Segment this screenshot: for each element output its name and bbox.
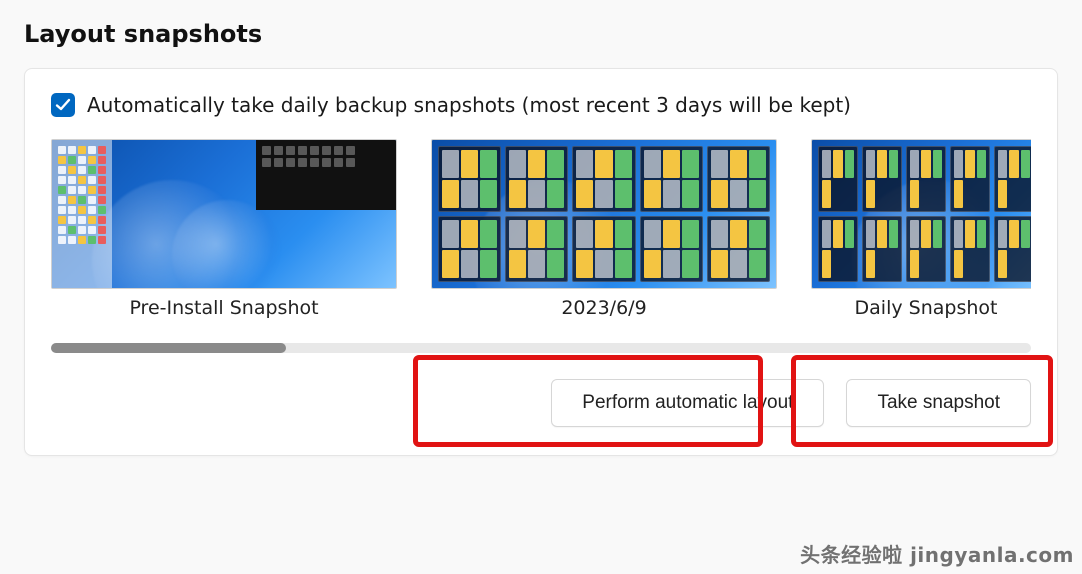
snapshot-scrollbar[interactable] — [51, 343, 1031, 353]
auto-backup-checkbox[interactable] — [51, 93, 75, 117]
watermark: 头条经验啦 jingyanla.com — [800, 539, 1074, 568]
auto-backup-label: Automatically take daily backup snapshot… — [87, 93, 851, 117]
scrollbar-thumb[interactable] — [51, 343, 286, 353]
layout-snapshots-panel: Automatically take daily backup snapshot… — [24, 68, 1058, 456]
take-snapshot-button[interactable]: Take snapshot — [846, 379, 1031, 427]
snapshot-caption: Pre-Install Snapshot — [51, 297, 397, 319]
snapshot-list: Pre-Install Snapshot 2023/6/9 — [51, 139, 1031, 319]
button-row: Perform automatic layout Take snapshot — [51, 379, 1031, 427]
snapshot-item[interactable]: 2023/6/9 — [431, 139, 777, 319]
snapshot-thumbnail — [431, 139, 777, 289]
snapshot-item[interactable]: Daily Snapshot — [811, 139, 1031, 319]
snapshot-caption: 2023/6/9 — [431, 297, 777, 319]
auto-backup-row: Automatically take daily backup snapshot… — [51, 93, 1031, 117]
snapshot-item[interactable]: Pre-Install Snapshot — [51, 139, 397, 319]
snapshot-thumbnail — [51, 139, 397, 289]
perform-automatic-layout-button[interactable]: Perform automatic layout — [551, 379, 824, 427]
check-icon — [55, 97, 71, 113]
snapshot-thumbnail — [811, 139, 1031, 289]
section-title: Layout snapshots — [24, 20, 1058, 48]
snapshot-caption: Daily Snapshot — [811, 297, 1031, 319]
